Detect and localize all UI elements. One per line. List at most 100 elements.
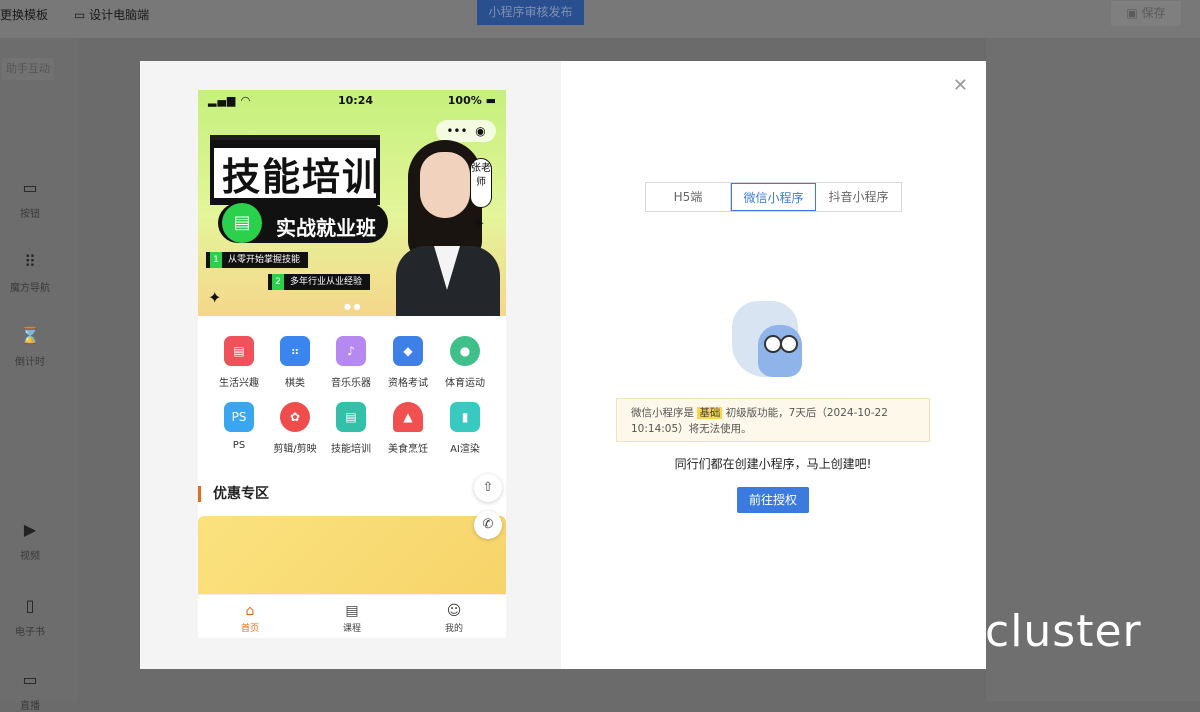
close-circle-icon: ◉ xyxy=(475,124,486,138)
expiry-notice: 微信小程序是 基础 初级版功能，7天后（2024-10-22 10:14:05）… xyxy=(616,398,930,442)
properties-panel xyxy=(986,38,1200,701)
grid-item[interactable]: ✿ 剪辑/剪映 xyxy=(267,402,323,455)
grid-item-label: 生活兴趣 xyxy=(219,378,259,389)
certificate-icon: ▤ xyxy=(336,402,366,432)
phone-call-button[interactable]: ✆ xyxy=(474,511,502,539)
status-time: 10:24 xyxy=(338,94,374,107)
watermark: cluster xyxy=(985,606,1142,657)
grid-item[interactable]: ▤ 生活兴趣 xyxy=(211,336,267,389)
sidebar-item-countdown[interactable]: ⌛ 倒计时 xyxy=(0,326,60,368)
phone-icon: ✆ xyxy=(482,517,494,532)
sidebar-item-label: 按钮 xyxy=(20,209,40,220)
design-pc-button[interactable]: ▭ 设计电脑端 xyxy=(74,6,149,23)
sidebar-item-video[interactable]: ▶ 视频 xyxy=(0,520,60,562)
bullet-number: 2 xyxy=(272,274,284,290)
sidebar-item-label: 魔方导航 xyxy=(10,283,50,294)
user-icon: ☺ xyxy=(446,603,462,619)
live-icon: ▭ xyxy=(22,670,38,689)
tab-wechat-miniprogram[interactable]: 微信小程序 xyxy=(731,183,816,211)
sidebar-chip[interactable]: 助手互动 xyxy=(2,58,54,80)
battery-icon: ▬ xyxy=(485,94,496,107)
notice-highlight: 基础 xyxy=(697,407,723,419)
grid-item[interactable]: ♪ 音乐乐器 xyxy=(323,336,379,389)
banner-subtitle: 实战就业班 xyxy=(276,216,376,240)
sidebar-item-ebook[interactable]: ▯ 电子书 xyxy=(0,596,60,638)
change-template-button[interactable]: 更换模板 xyxy=(0,6,48,23)
tab-course[interactable]: ▤ 课程 xyxy=(322,603,382,634)
grid-item[interactable]: ◆ 资格考试 xyxy=(380,336,436,389)
save-icon: ▣ xyxy=(1126,6,1138,20)
course-icon: ▤ xyxy=(345,603,359,619)
banner-bullet: 2 多年行业从业经验 xyxy=(268,274,371,290)
grid-item-label: 资格考试 xyxy=(388,378,428,389)
grid-item[interactable]: ● 体育运动 xyxy=(437,336,493,389)
sidebar-item-grid-nav[interactable]: ⠿ 魔方导航 xyxy=(0,252,60,294)
share-icon: ⇧ xyxy=(482,480,494,495)
sparkle-icon: ✦ xyxy=(208,288,222,307)
chess-icon: ⠶ xyxy=(280,336,310,366)
sidebar-item-label: 倒计时 xyxy=(15,357,45,368)
sidebar-item-label: 视频 xyxy=(20,551,40,562)
phone-preview: ▂▄▆ ◠ 10:24 100% ▬ ••• ◉ 技能培训 ▤ 实战就业班 1从… xyxy=(198,90,506,638)
platform-tabs: H5端 微信小程序 抖音小程序 xyxy=(645,182,902,212)
tab-h5[interactable]: H5端 xyxy=(646,183,731,211)
banner: ▂▄▆ ◠ 10:24 100% ▬ ••• ◉ 技能培训 ▤ 实战就业班 1从… xyxy=(198,90,506,316)
tab-label: 课程 xyxy=(342,624,361,634)
tab-home[interactable]: ⌂ 首页 xyxy=(220,603,280,634)
close-icon[interactable]: ✕ xyxy=(953,75,968,96)
owl-eye xyxy=(780,335,798,353)
tab-douyin-miniprogram[interactable]: 抖音小程序 xyxy=(816,183,901,211)
tab-label: 我的 xyxy=(444,624,463,634)
sports-icon: ● xyxy=(450,336,480,366)
more-icon: ••• xyxy=(446,124,468,138)
promo-card[interactable] xyxy=(198,516,506,596)
grid-item-label: 棋类 xyxy=(285,378,305,389)
notice-text: 微信小程序是 xyxy=(631,407,694,419)
owl-shield-illustration xyxy=(732,301,822,383)
sidebar-item-live[interactable]: ▭ 直播 xyxy=(0,670,60,712)
sparkle-icon: ✦ xyxy=(472,214,486,233)
grid-item[interactable]: ▲ 美食烹饪 xyxy=(380,402,436,455)
owl-icon xyxy=(758,325,802,377)
status-bar: ▂▄▆ ◠ 10:24 100% ▬ xyxy=(198,90,506,112)
grid-item[interactable]: ▮ AI渲染 xyxy=(437,402,493,455)
design-pc-label: 设计电脑端 xyxy=(89,8,150,22)
face xyxy=(420,152,470,218)
grid-item-label: 剪辑/剪映 xyxy=(273,444,317,455)
authorize-button[interactable]: 前往授权 xyxy=(737,487,809,513)
tab-label: 首页 xyxy=(240,624,259,634)
video-icon: ▶ xyxy=(23,520,37,539)
preview-pane: ▂▄▆ ◠ 10:24 100% ▬ ••• ◉ 技能培训 ▤ 实战就业班 1从… xyxy=(140,61,561,669)
save-label: 保存 xyxy=(1141,6,1166,20)
film-reel-icon: ✿ xyxy=(280,402,310,432)
share-button[interactable]: ⇧ xyxy=(474,474,502,502)
phone-tabbar: ⌂ 首页 ▤ 课程 ☺ 我的 xyxy=(198,594,506,638)
exam-icon: ◆ xyxy=(393,336,423,366)
tab-mine[interactable]: ☺ 我的 xyxy=(424,603,484,634)
section-title: 优惠专区 xyxy=(198,486,269,502)
monitor-icon: ▭ xyxy=(74,8,86,22)
grid-item[interactable]: PS PS xyxy=(211,402,267,451)
home-icon: ⌂ xyxy=(245,603,255,619)
banner-title: 技能培训 xyxy=(222,155,383,199)
chat-icon: ▤ xyxy=(222,203,262,243)
piano-icon: ♪ xyxy=(336,336,366,366)
grid-item[interactable]: ▤ 技能培训 xyxy=(323,402,379,455)
grid-nav-icon: ⠿ xyxy=(24,252,36,271)
save-button[interactable]: ▣ 保存 xyxy=(1110,0,1182,27)
battery: 100% ▬ xyxy=(448,94,496,107)
sidebar-item-button[interactable]: ▭ 按钮 xyxy=(0,178,60,220)
grid-item-label: 美食烹饪 xyxy=(388,444,428,455)
teacher-tag: 张老师 xyxy=(470,158,492,208)
grid-item-label: 音乐乐器 xyxy=(331,378,371,389)
ps-icon: PS xyxy=(224,402,254,432)
banner-bullet: 1 从零开始掌握技能 xyxy=(206,252,309,268)
category-grid: ▤ 生活兴趣 ⠶ 棋类 ♪ 音乐乐器 ◆ 资格考试 ● 体育运动 PS PS ✿ 剪辑/剪映 … xyxy=(198,316,506,472)
grid-item-label: 技能培训 xyxy=(331,444,371,455)
grid-item[interactable]: ⠶ 棋类 xyxy=(267,336,323,389)
battery-text: 100% xyxy=(447,94,482,107)
carousel-dots[interactable]: ● ● xyxy=(344,302,361,311)
signal-icon: ▂▄▆ ◠ xyxy=(208,94,251,107)
cta-text: 同行们都在创建小程序，马上创建吧! xyxy=(674,457,872,471)
publish-button[interactable]: 小程序审核发布 xyxy=(477,0,584,25)
